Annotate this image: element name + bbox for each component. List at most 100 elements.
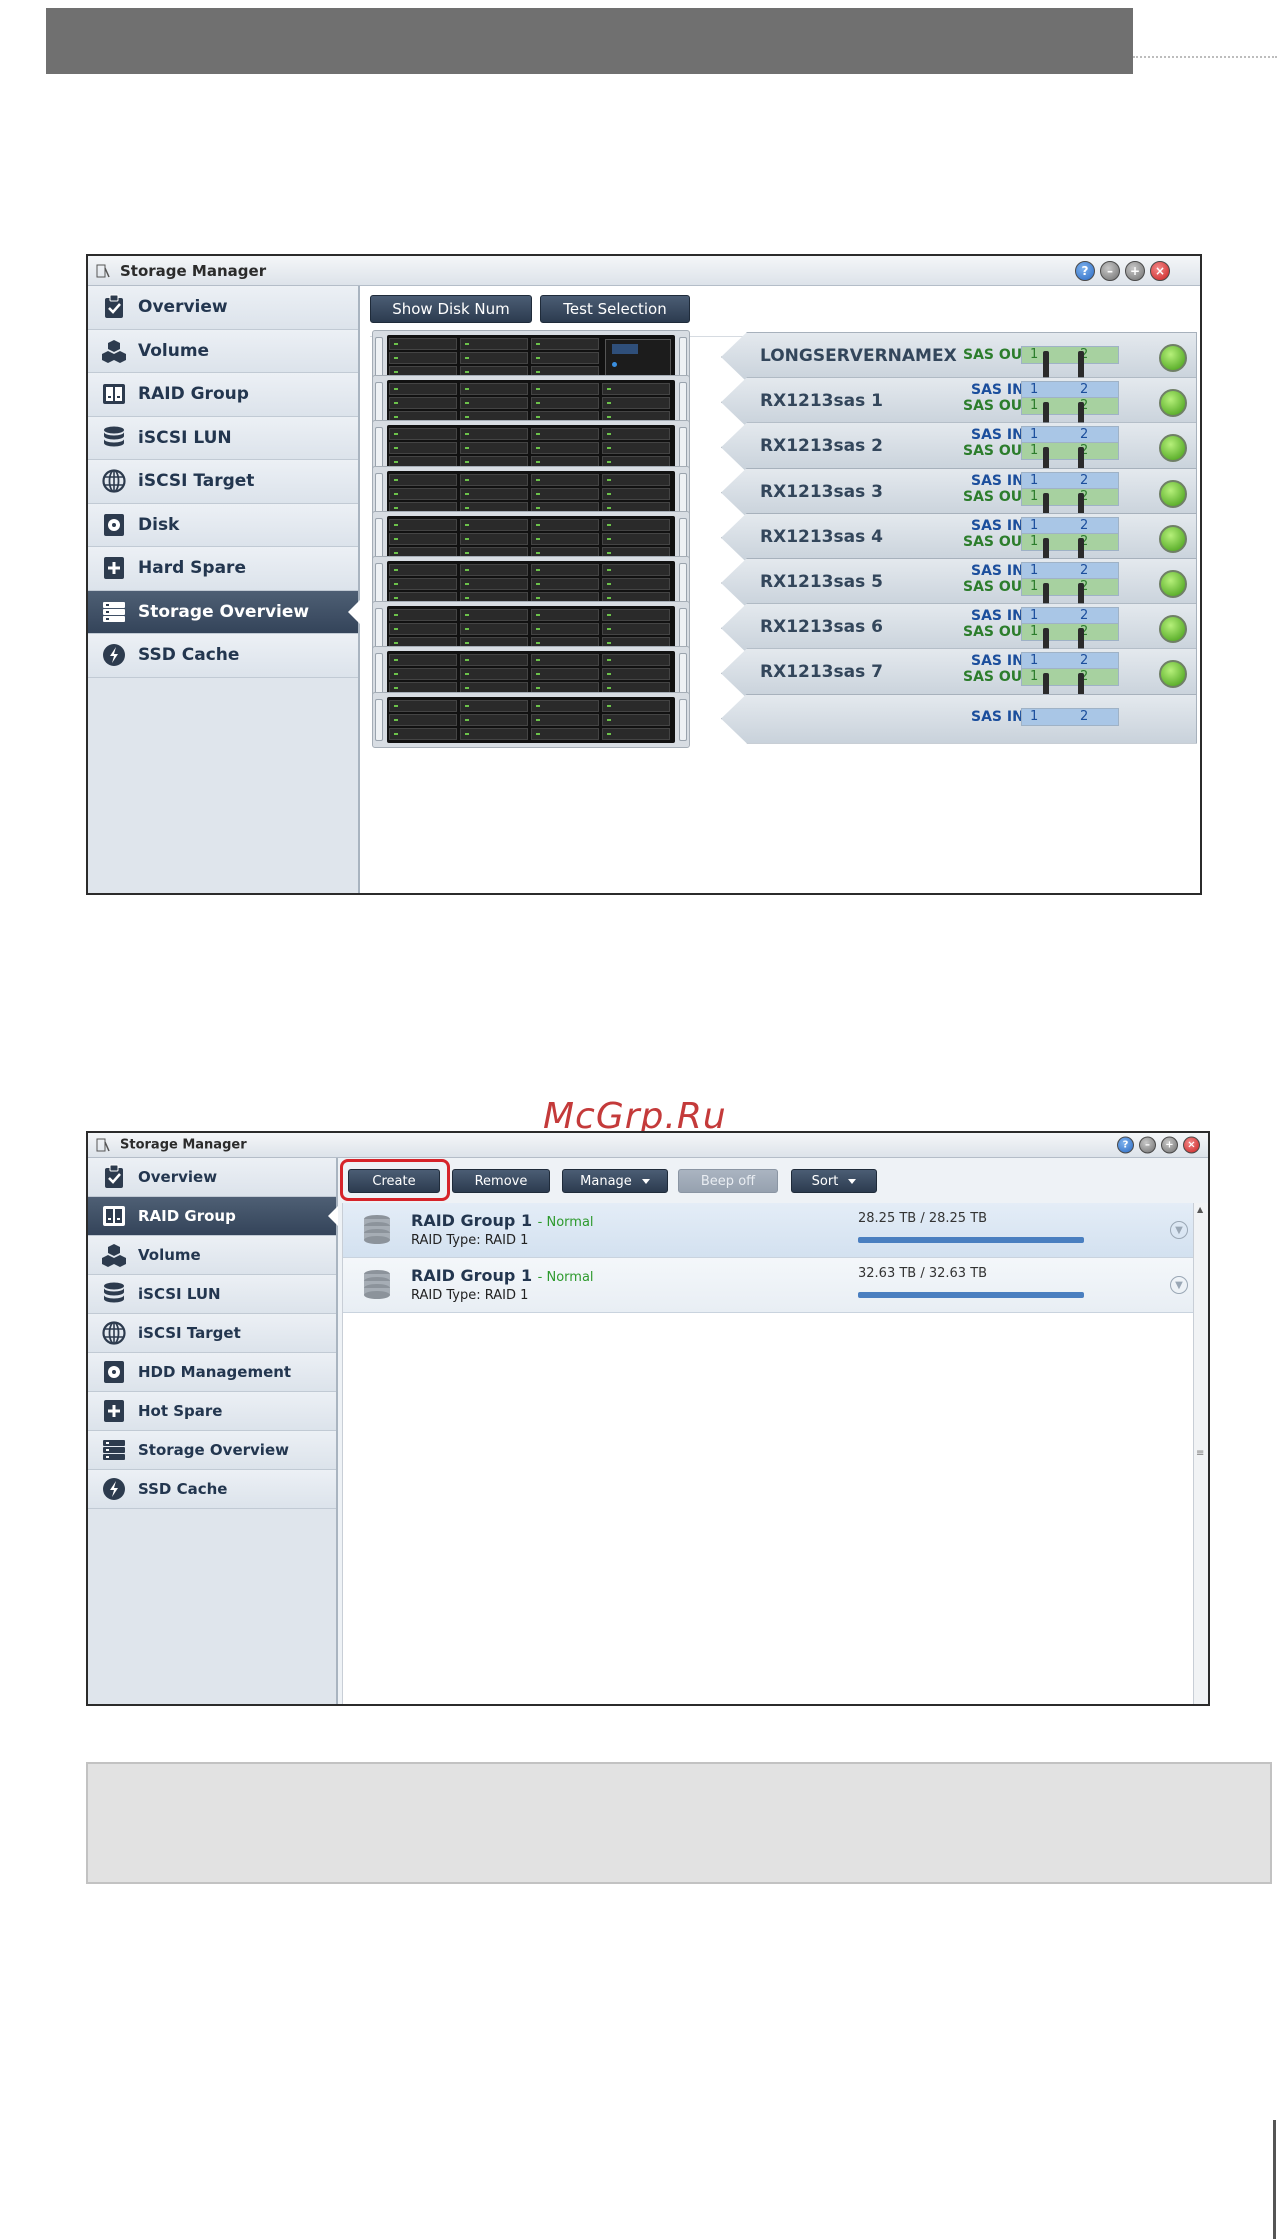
sidebar-item-label: iSCSI LUN [138,427,232,448]
drive-bay [602,397,670,410]
rack-face [387,470,675,517]
sas-out-ports: 12 [1021,532,1119,551]
sidebar-item-label: RAID Group [138,384,249,405]
drive-bay [531,487,599,500]
status-indicator-icon [1159,524,1187,553]
drive-bay [389,668,457,681]
raid-disk-stack-icon [361,1213,393,1251]
port-1-label: 1 [1030,563,1039,578]
drive-bay [389,699,457,712]
rack-face [387,696,675,743]
drive-bay [460,654,528,667]
test-selection-button[interactable]: Test Selection [540,295,690,323]
sidebar-item-iscsi-target[interactable]: iSCSI Target [88,1314,336,1353]
drive-bay [531,532,599,545]
rack-ear [679,427,687,470]
sidebar-item-raid-group[interactable]: RAID Group [88,1197,336,1236]
raid-type-text: RAID Type: RAID 1 [411,1288,529,1303]
sidebar-item-overview[interactable]: Overview [88,1158,336,1197]
status-indicator-icon [1159,615,1187,644]
remove-button[interactable]: Remove [452,1169,550,1193]
sidebar-item-ssd-cache[interactable]: SSD Cache [88,1470,336,1509]
note-box [86,1762,1272,1884]
sidebar-item-volume[interactable]: Volume [88,329,358,373]
maximize-icon[interactable]: + [1161,1136,1178,1154]
port-2-label: 2 [1080,382,1089,398]
sidebar-item-label: iSCSI LUN [138,1285,221,1303]
page-edge-marker [1273,2120,1276,2239]
rack-ear [679,698,687,741]
unit-name: RX1213sas 3 [760,481,883,502]
help-icon[interactable]: ? [1075,260,1095,281]
clipboard-check-icon [100,1163,128,1191]
globe-icon [100,1319,128,1347]
port-1-label: 1 [1030,624,1039,640]
expand-chevron-icon[interactable]: ▼ [1170,1221,1188,1239]
sas-out-ports: 12 [1021,397,1119,416]
create-button[interactable]: Create [348,1169,440,1193]
rack-ear [375,517,383,560]
port-1-label: 1 [1030,472,1039,488]
unit-label-plate[interactable] [721,693,1197,744]
drive-bay [460,428,528,441]
raid-group-row[interactable]: RAID Group 1 - Normal RAID Type: RAID 1 … [343,1203,1194,1258]
expand-chevron-icon[interactable]: ▼ [1170,1276,1188,1294]
maximize-icon[interactable]: + [1125,260,1145,281]
drive-bay [460,352,528,364]
sidebar-item-iscsi-target[interactable]: iSCSI Target [88,460,358,504]
scroll-grip-icon[interactable]: ≡ [1196,1448,1204,1459]
drive-bay [460,578,528,590]
raid-group-icon [100,380,128,408]
manage-button[interactable]: Manage [562,1169,668,1193]
sidebar-item-storage-overview[interactable]: Storage Overview [88,590,358,634]
sidebar-item-label: SSD Cache [138,645,240,666]
server-stack-icon [100,1436,128,1464]
sidebar-item-hot-spare[interactable]: Hot Spare [88,1392,336,1431]
sidebar-item-label: RAID Group [138,1207,236,1225]
drive-bay [460,699,528,712]
sidebar-item-overview[interactable]: Overview [88,286,358,330]
rack-ear [679,337,687,379]
help-icon[interactable]: ? [1117,1136,1134,1154]
raid-status-text: - Normal [537,1215,594,1230]
close-icon[interactable]: × [1150,260,1170,281]
sas-out-ports: 12 [1021,346,1119,364]
drive-bay [460,338,528,350]
raid-group-row[interactable]: RAID Group 1 - Normal RAID Type: RAID 1 … [343,1258,1194,1313]
minimize-icon[interactable]: – [1139,1136,1156,1154]
drive-bay [389,397,457,410]
sas-out-ports: 12 [1021,442,1119,461]
drive-bay [460,473,528,486]
sidebar-item-disk[interactable]: Disk [88,503,358,547]
scrollbar[interactable]: ▲ ≡ [1193,1203,1208,1704]
storage-manager-window-raid: Storage Manager ? – + × Overview RAID Gro… [86,1131,1210,1706]
drive-bay [460,532,528,545]
sort-button[interactable]: Sort [791,1169,877,1193]
beep-off-button[interactable]: Beep off [678,1169,778,1193]
drive-bay [389,428,457,441]
rack-ear [375,337,383,379]
sidebar-item-raid-group[interactable]: RAID Group [88,373,358,417]
sidebar-item-label: Hot Spare [138,1402,223,1420]
sidebar-item-iscsi-lun[interactable]: iSCSI LUN [88,1275,336,1314]
app-icon [96,264,110,277]
section-header-bar [46,8,1133,74]
chevron-down-icon [848,1178,857,1184]
port-2-label: 2 [1080,517,1089,533]
sidebar-item-storage-overview[interactable]: Storage Overview [88,1431,336,1470]
raid-group-name: RAID Group 1 - Normal [411,1266,594,1285]
scroll-up-icon[interactable]: ▲ [1197,1205,1203,1214]
close-icon[interactable]: × [1183,1136,1200,1154]
drive-bay [602,487,670,500]
port-1-label: 1 [1030,382,1039,398]
raid-group-name: RAID Group 1 - Normal [411,1211,594,1230]
port-1-label: 1 [1030,669,1039,685]
minimize-icon[interactable]: – [1100,260,1120,281]
show-disk-num-button[interactable]: Show Disk Num [370,295,532,323]
sidebar-item-ssd-cache[interactable]: SSD Cache [88,634,358,678]
sidebar-item-volume[interactable]: Volume [88,1236,336,1275]
sidebar-item-hard-spare[interactable]: Hard Spare [88,547,358,591]
drive-bay [531,352,599,364]
sidebar-item-hdd-management[interactable]: HDD Management [88,1353,336,1392]
sidebar-item-iscsi-lun[interactable]: iSCSI LUN [88,416,358,460]
